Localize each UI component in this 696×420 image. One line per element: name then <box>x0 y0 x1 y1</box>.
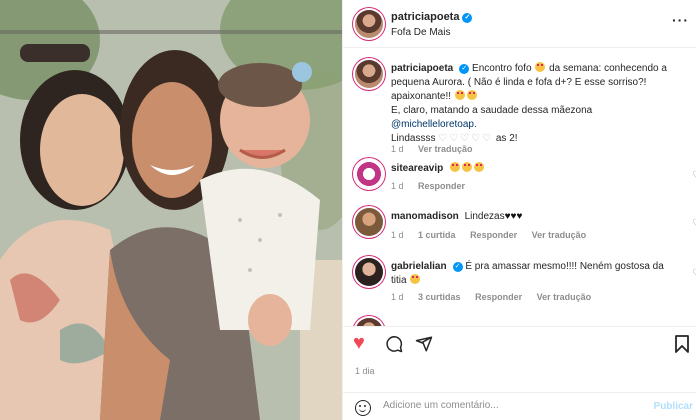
author-username[interactable]: patriciapoeta ✓ <box>391 11 473 23</box>
comment-avatar[interactable] <box>355 208 383 236</box>
reply-link[interactable]: Responder <box>470 230 517 240</box>
heart-eyes-emoji-icon <box>474 162 485 172</box>
bookmark-icon[interactable] <box>675 335 689 353</box>
translate-link[interactable]: Ver tradução <box>537 292 592 302</box>
likes-count[interactable]: 1 curtida <box>418 230 456 240</box>
verified-icon: ✓ <box>452 262 463 272</box>
comment-avatar[interactable] <box>355 60 383 88</box>
translate-link[interactable]: Ver tradução <box>532 230 587 240</box>
like-comment-heart-icon[interactable]: ♡ <box>692 268 696 279</box>
publish-button[interactable]: Publicar <box>654 401 693 412</box>
comment-text: manomadison Lindezas♥♥♥ <box>391 210 676 224</box>
caption-line: Encontro fofo <box>472 63 532 74</box>
heart-eyes-emoji-icon <box>410 274 421 284</box>
comment-body: titia <box>391 275 407 286</box>
caption-line: pequena Aurora. ( Não é linda e fofa d+?… <box>391 77 647 88</box>
comment-username[interactable]: manomadison <box>391 211 459 222</box>
verified-icon: ✓ <box>462 13 473 23</box>
post-header: patriciapoeta ✓ Fofa De Mais ··· <box>343 0 696 48</box>
caption-text: patriciapoeta ✓ Encontro fofo da semana: … <box>391 62 676 146</box>
post-photo[interactable] <box>0 0 342 420</box>
more-icon[interactable]: ··· <box>672 12 689 28</box>
reply-link[interactable]: Responder <box>475 292 522 302</box>
photo-illustration <box>0 0 342 420</box>
caption-line: apaixonante!! <box>391 91 452 102</box>
author-username-text[interactable]: patriciapoeta <box>391 11 459 23</box>
comment-body: É pra amassar mesmo!!!! Neném gostosa da <box>465 261 664 272</box>
comment-avatar[interactable] <box>355 160 383 188</box>
emoji-icon[interactable] <box>355 400 371 416</box>
heart-icon[interactable]: ♥ <box>353 333 365 353</box>
reply-link[interactable]: Responder <box>418 181 465 191</box>
post-sidebar: patriciapoeta ✓ Fofa De Mais ··· patricia… <box>342 0 696 420</box>
comment-body: Lindezas <box>464 211 505 222</box>
comment-time: 1 d <box>391 144 404 154</box>
caption-line: da semana: conhecendo a <box>549 63 667 74</box>
comment-meta: 1 d 1 curtida Responder Ver tradução <box>391 230 598 240</box>
share-icon[interactable] <box>415 335 433 353</box>
heart-eyes-emoji-icon <box>454 90 465 100</box>
like-comment-heart-icon[interactable]: ♡ <box>692 170 696 181</box>
heart-eyes-emoji-icon <box>466 90 477 100</box>
heart-eyes-emoji-icon <box>462 162 473 172</box>
comment-meta: 1 d 3 curtidas Responder Ver tradução <box>391 292 603 302</box>
comment-icon[interactable] <box>385 335 403 353</box>
comment-time: 1 d <box>391 292 404 302</box>
like-comment-heart-icon[interactable]: ♡ <box>692 218 696 229</box>
heart-eyes-emoji-icon <box>450 162 461 172</box>
author-avatar[interactable] <box>355 10 383 38</box>
comment-time: 1 d <box>391 230 404 240</box>
add-comment-bar: Publicar <box>343 392 696 420</box>
caption-line: E, claro, matando a saudade dessa mãezon… <box>391 105 593 116</box>
instagram-post-frame: patriciapoeta ✓ Fofa De Mais ··· patricia… <box>0 0 696 420</box>
post-location[interactable]: Fofa De Mais <box>391 27 450 38</box>
comment-input[interactable] <box>383 400 643 411</box>
likes-count[interactable]: 3 curtidas <box>418 292 461 302</box>
caption-line: Lindassss <box>391 133 436 144</box>
comment-username[interactable]: gabrielalian <box>391 261 447 272</box>
post-time: 1 dia <box>355 366 375 376</box>
comment-avatar[interactable] <box>355 258 383 286</box>
verified-icon: ✓ <box>459 64 470 74</box>
comment-username[interactable]: patriciapoeta <box>391 63 453 74</box>
comment-avatar[interactable] <box>355 318 383 326</box>
comment-time: 1 d <box>391 181 404 191</box>
post-actions: ♥ <box>343 326 696 362</box>
caption-line: as 2! <box>495 133 518 144</box>
black-hearts-icon: ♥♥♥ <box>504 211 523 222</box>
comment-meta: 1 d Ver tradução <box>391 144 485 154</box>
comment-username[interactable]: siteareavip <box>391 163 443 174</box>
heart-eyes-emoji-icon <box>535 62 546 72</box>
white-hearts-icon: ♡♡♡♡♡ <box>438 133 494 144</box>
comment-meta: 1 d Responder <box>391 181 477 191</box>
comments-list[interactable]: patriciapoeta ✓ Encontro fofo da semana: … <box>343 48 696 326</box>
mention-link[interactable]: @michelleloretoap. <box>391 119 477 130</box>
comment-text: gabrielalian ✓ É pra amassar mesmo!!!! Ne… <box>391 260 676 288</box>
translate-link[interactable]: Ver tradução <box>418 144 473 154</box>
comment-text: siteareavip <box>391 162 676 176</box>
